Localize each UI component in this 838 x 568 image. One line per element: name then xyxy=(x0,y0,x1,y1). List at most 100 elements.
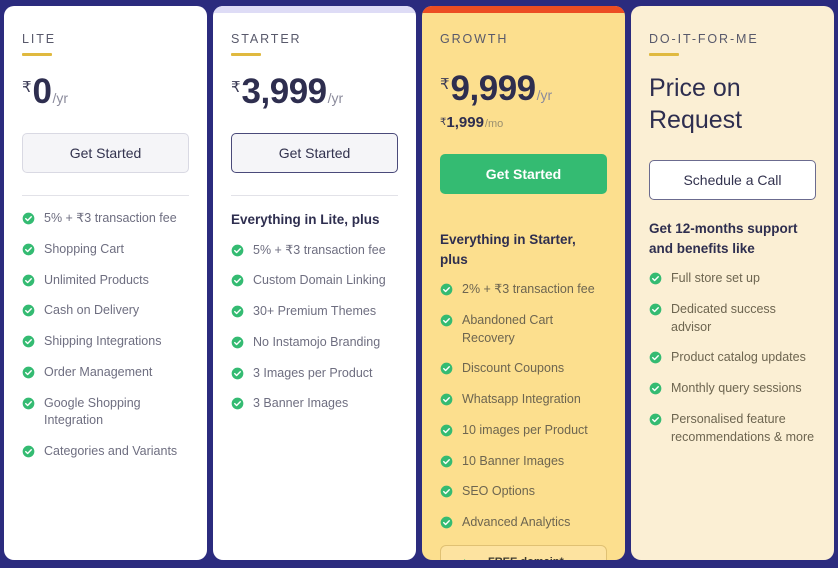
feature-label: 5% + ₹3 transaction fee xyxy=(44,211,177,225)
price-row-growth: ₹ 9,999 /yr xyxy=(440,71,607,106)
schedule-a-call-button[interactable]: Schedule a Call xyxy=(649,160,816,200)
list-item: Dedicated success advisor xyxy=(649,301,816,337)
list-item: Personalised feature recommendations & m… xyxy=(649,411,816,447)
feature-label: Google Shopping Integration xyxy=(44,395,141,428)
feature-label: Monthly query sessions xyxy=(671,381,802,396)
price-on-request-text: Price on Request xyxy=(649,74,743,134)
list-item: 30+ Premium Themes xyxy=(231,303,398,321)
check-circle-icon xyxy=(22,366,35,379)
feature-label: Abandoned Cart Recovery xyxy=(462,312,554,345)
feature-label: Order Management xyxy=(44,364,153,379)
plan-name-underline xyxy=(22,53,52,56)
check-circle-icon xyxy=(440,455,453,467)
check-circle-icon xyxy=(649,272,662,285)
list-item: Advanced Analytics xyxy=(440,514,607,532)
list-item: 10 images per Product xyxy=(440,422,607,440)
pricing-card-do-it-for-me: DO-IT-FOR-ME Price on Request Schedule a… xyxy=(631,6,834,560)
card-spacer xyxy=(22,474,189,546)
plan-name-lite: LITE xyxy=(22,32,56,46)
check-circle-icon xyxy=(440,283,453,296)
get-started-button-lite[interactable]: Get Started xyxy=(22,133,189,173)
check-circle-icon xyxy=(22,397,35,409)
list-item: Unlimited Products xyxy=(22,272,189,290)
pricing-card-growth: GROWTH ₹ 9,999 /yr ₹ 1,999 /mo Get Start… xyxy=(422,6,625,560)
feature-label: 5% + ₹3 transaction fee xyxy=(253,242,386,257)
feature-label: 2% + ₹3 transaction fee xyxy=(462,282,595,297)
card-top-strip-highlight xyxy=(422,6,625,13)
check-circle-icon xyxy=(22,335,35,348)
check-circle-icon xyxy=(22,445,35,458)
feature-label: 3 Images per Product xyxy=(253,365,373,380)
cta-container: Get Started xyxy=(22,133,189,173)
currency-symbol: ₹ xyxy=(22,79,32,96)
list-item: Product catalog updates xyxy=(649,349,816,367)
monthly-price-period: /mo xyxy=(484,118,504,130)
price-amount: 9,999 xyxy=(450,69,537,108)
feature-label: 30+ Premium Themes xyxy=(253,304,377,319)
feature-label: SEO Options xyxy=(462,484,535,499)
check-circle-icon xyxy=(440,424,453,437)
feature-list-growth: 2% + ₹3 transaction fee Abandoned Cart R… xyxy=(440,281,607,545)
list-item: Full store set up xyxy=(649,270,816,288)
price-period: /yr xyxy=(52,90,69,106)
price-row-starter: ₹ 3,999 /yr xyxy=(231,74,398,109)
feature-label: Whatsapp Integration xyxy=(462,392,581,407)
plan-name-underline xyxy=(649,53,679,56)
discount-starburst-icon xyxy=(463,558,466,560)
list-item: 3 Banner Images xyxy=(231,395,398,413)
feature-label: Discount Coupons xyxy=(462,361,565,376)
list-item: Cash on Delivery xyxy=(22,302,189,320)
list-item: SEO Options xyxy=(440,483,607,501)
list-item: Monthly query sessions xyxy=(649,380,816,398)
feature-label: Cash on Delivery xyxy=(44,303,140,318)
get-started-button-starter[interactable]: Get Started xyxy=(231,133,398,173)
free-domain-promo: FREE domain* worth up to ₹1,000 xyxy=(440,544,607,560)
feature-heading-starter: Everything in Lite, plus xyxy=(231,212,380,227)
pricing-plans-grid: LITE ₹ 0 /yr Get Started 5% + ₹3 transac… xyxy=(0,0,838,568)
price-period: /yr xyxy=(327,90,344,106)
feature-list-lite: 5% + ₹3 transaction fee Shopping Cart Un… xyxy=(22,210,189,474)
list-item: Custom Domain Linking xyxy=(231,272,398,290)
card-spacer xyxy=(231,426,398,546)
feature-list-starter: 5% + ₹3 transaction fee Custom Domain Li… xyxy=(231,242,398,427)
list-item: Discount Coupons xyxy=(440,360,607,378)
list-item: Order Management xyxy=(22,364,189,382)
check-circle-icon xyxy=(440,363,453,375)
check-circle-icon xyxy=(22,274,35,286)
list-item: 5% + ₹3 transaction fee xyxy=(231,242,398,260)
list-item: Shopping Cart xyxy=(22,241,189,259)
monthly-price-row: ₹ 1,999 /mo xyxy=(440,115,607,130)
feature-label: 3 Banner Images xyxy=(253,396,349,411)
get-started-button-growth[interactable]: Get Started xyxy=(440,154,607,194)
feature-list-do-it-for-me: Full store set up Dedicated success advi… xyxy=(649,270,816,459)
list-item: Google Shopping Integration xyxy=(22,395,189,431)
check-circle-icon xyxy=(440,393,453,406)
plan-name-starter: STARTER xyxy=(231,32,302,46)
pricing-card-starter: STARTER ₹ 3,999 /yr Get Started Everythi… xyxy=(213,6,416,560)
check-circle-icon xyxy=(231,305,244,318)
list-item: Whatsapp Integration xyxy=(440,391,607,409)
promo-title: FREE domain* xyxy=(488,555,580,560)
promo-text-block: FREE domain* worth up to ₹1,000 xyxy=(488,555,580,560)
cta-container: Get Started xyxy=(440,154,607,194)
currency-symbol: ₹ xyxy=(440,76,450,93)
currency-symbol: ₹ xyxy=(231,79,241,96)
feature-label: No Instamojo Branding xyxy=(253,334,381,349)
feature-label: Shopping Cart xyxy=(44,241,124,256)
price-row-lite: ₹ 0 /yr xyxy=(22,74,189,109)
feature-heading-do-it-for-me: Get 12-months support and benefits like xyxy=(649,221,798,256)
section-divider xyxy=(22,195,189,196)
check-circle-icon xyxy=(231,274,244,287)
plan-name-do-it-for-me: DO-IT-FOR-ME xyxy=(649,32,759,46)
check-circle-icon xyxy=(649,382,662,395)
feature-heading-growth: Everything in Starter, plus xyxy=(440,232,576,267)
card-spacer xyxy=(649,459,816,546)
check-circle-icon xyxy=(231,244,244,256)
plan-name-growth: GROWTH xyxy=(440,32,509,46)
feature-label: Advanced Analytics xyxy=(462,515,571,530)
check-circle-icon xyxy=(440,486,453,498)
feature-label: Full store set up xyxy=(671,271,760,286)
price-amount: 0 xyxy=(32,72,52,111)
feature-label: Categories and Variants xyxy=(44,444,178,458)
card-top-strip xyxy=(4,6,207,13)
